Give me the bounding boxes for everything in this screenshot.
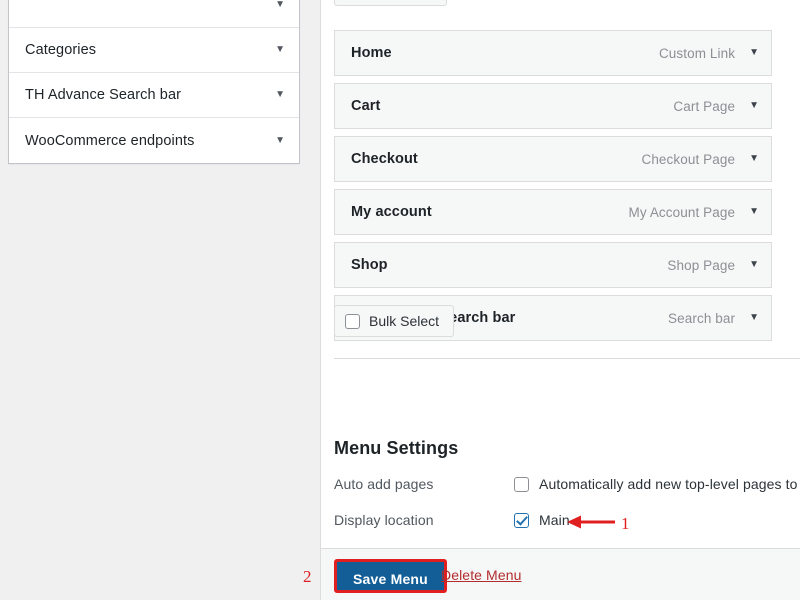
- menu-item-title: Cart: [351, 98, 673, 114]
- menu-item-row[interactable]: Cart Cart Page ▼: [334, 83, 772, 129]
- delete-menu-link[interactable]: Delete Menu: [441, 567, 521, 583]
- menu-structure-panel: Home Custom Link ▼ Cart Cart Page ▼ Chec…: [320, 0, 800, 560]
- accordion-label: TH Advance Search bar: [25, 87, 267, 103]
- accordion-row-partial-top[interactable]: ▼: [9, 0, 299, 28]
- menu-item-type: Cart Page: [673, 99, 735, 114]
- menu-item-title: Checkout: [351, 151, 641, 167]
- chevron-down-icon[interactable]: ▼: [275, 90, 285, 100]
- chevron-down-icon: ▼: [275, 0, 285, 10]
- settings-divider: [334, 358, 800, 359]
- sidebar-item-th-advance-search-bar[interactable]: TH Advance Search bar ▼: [9, 73, 299, 118]
- annotation-arrow-1: [565, 514, 615, 530]
- chevron-down-icon[interactable]: ▼: [749, 313, 759, 323]
- menu-settings-heading: Menu Settings: [334, 438, 458, 459]
- chevron-down-icon[interactable]: ▼: [275, 45, 285, 55]
- menu-items-accordion-panel: ▼ Categories ▼ TH Advance Search bar ▼ W…: [8, 0, 300, 164]
- auto-add-pages-checkbox[interactable]: [514, 477, 529, 492]
- annotation-step-1: 1: [621, 515, 630, 532]
- auto-add-pages-field[interactable]: Automatically add new top-level pages to…: [514, 476, 800, 492]
- auto-add-pages-option-label: Automatically add new top-level pages to…: [539, 476, 800, 492]
- bulk-select-label: Bulk Select: [369, 313, 439, 329]
- chevron-down-icon[interactable]: ▼: [749, 154, 759, 164]
- menu-item-title: Shop: [351, 257, 667, 273]
- display-location-label: Display location: [334, 512, 514, 528]
- screenshot-root: ▼ Categories ▼ TH Advance Search bar ▼ W…: [0, 0, 800, 600]
- menu-actions-footer: Save Menu Delete Menu: [320, 548, 800, 600]
- auto-add-pages-row: Auto add pages Automatically add new top…: [334, 476, 800, 492]
- save-menu-button[interactable]: Save Menu: [334, 559, 447, 593]
- display-location-field[interactable]: Main: [514, 512, 570, 528]
- menu-item-type: Search bar: [668, 311, 735, 326]
- sidebar-item-categories[interactable]: Categories ▼: [9, 28, 299, 73]
- menu-item-type: Custom Link: [659, 46, 735, 61]
- chevron-down-icon[interactable]: ▼: [749, 101, 759, 111]
- partial-button-above-menu-list[interactable]: [334, 0, 447, 6]
- menu-item-type: My Account Page: [629, 205, 736, 220]
- chevron-down-icon[interactable]: ▼: [749, 48, 759, 58]
- menu-item-title: My account: [351, 204, 629, 220]
- accordion-label: Categories: [25, 42, 267, 58]
- menu-item-row[interactable]: Home Custom Link ▼: [334, 30, 772, 76]
- chevron-down-icon[interactable]: ▼: [749, 260, 759, 270]
- accordion-label: WooCommerce endpoints: [25, 133, 267, 149]
- menu-item-list: Home Custom Link ▼ Cart Cart Page ▼ Chec…: [334, 30, 772, 348]
- display-location-main-checkbox[interactable]: [514, 513, 529, 528]
- bulk-select-checkbox[interactable]: [345, 314, 360, 329]
- menu-item-row[interactable]: Checkout Checkout Page ▼: [334, 136, 772, 182]
- auto-add-pages-label: Auto add pages: [334, 476, 514, 492]
- menu-item-row[interactable]: My account My Account Page ▼: [334, 189, 772, 235]
- bulk-select-button[interactable]: Bulk Select: [334, 305, 454, 337]
- sidebar-item-woocommerce-endpoints[interactable]: WooCommerce endpoints ▼: [9, 118, 299, 163]
- menu-item-type: Shop Page: [667, 258, 735, 273]
- chevron-down-icon[interactable]: ▼: [749, 207, 759, 217]
- chevron-down-icon[interactable]: ▼: [275, 136, 285, 146]
- menu-item-type: Checkout Page: [641, 152, 735, 167]
- annotation-step-2: 2: [303, 568, 312, 585]
- menu-item-row[interactable]: Shop Shop Page ▼: [334, 242, 772, 288]
- menu-item-title: Home: [351, 45, 659, 61]
